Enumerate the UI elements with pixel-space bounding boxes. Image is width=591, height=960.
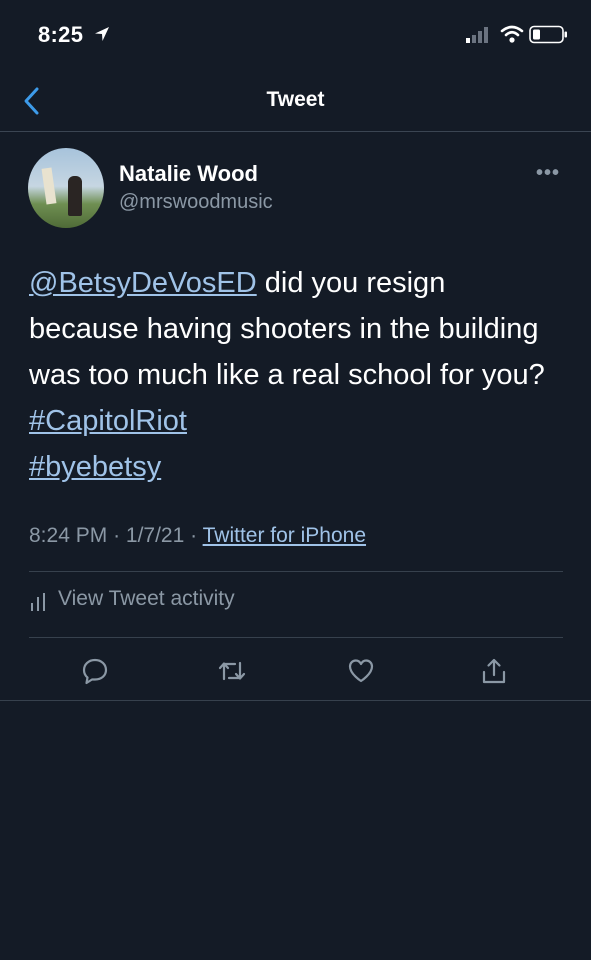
share-icon[interactable] <box>480 657 508 685</box>
status-bar: 8:25 <box>0 0 591 70</box>
view-tweet-activity-label: View Tweet activity <box>58 587 235 610</box>
cellular-signal-icon <box>466 27 488 43</box>
retweet-icon[interactable] <box>218 657 246 685</box>
navigation-bar: Tweet <box>0 70 591 132</box>
avatar-person-shape <box>68 176 82 216</box>
author-name[interactable]: Natalie Wood <box>119 161 258 187</box>
mention-link[interactable]: @BetsyDeVosED <box>29 267 257 299</box>
tweet-time: 8:24 PM <box>29 524 108 547</box>
tweet-source-link[interactable]: Twitter for iPhone <box>203 524 366 547</box>
more-options-icon[interactable]: ••• <box>536 162 560 185</box>
hashtag-link-capitolriot[interactable]: #CapitolRiot <box>29 405 187 437</box>
reply-icon[interactable] <box>81 657 109 685</box>
battery-icon <box>529 25 567 44</box>
hashtag-link-byebetsy[interactable]: #byebetsy <box>29 451 161 483</box>
status-time: 8:25 <box>38 22 84 47</box>
location-arrow-icon <box>95 27 109 41</box>
divider <box>29 637 563 638</box>
author-handle[interactable]: @mrswoodmusic <box>119 191 273 214</box>
avatar[interactable] <box>28 148 104 228</box>
meta-separator: · <box>113 524 121 547</box>
tweet-text: @BetsyDeVosED did you resign because hav… <box>29 260 559 490</box>
tweet-date: 1/7/21 <box>125 524 185 547</box>
heart-icon[interactable] <box>347 657 375 685</box>
view-tweet-activity-button[interactable]: View Tweet activity <box>29 587 235 611</box>
divider <box>29 571 563 572</box>
page-title: Tweet <box>266 88 325 111</box>
tweet-meta: 8:24 PM · 1/7/21 · Twitter for iPhone <box>29 524 366 548</box>
divider <box>0 700 591 701</box>
meta-separator: · <box>190 524 198 547</box>
analytics-bars-icon <box>31 592 45 611</box>
wifi-icon <box>500 25 524 43</box>
avatar-tower-shape <box>41 167 57 205</box>
